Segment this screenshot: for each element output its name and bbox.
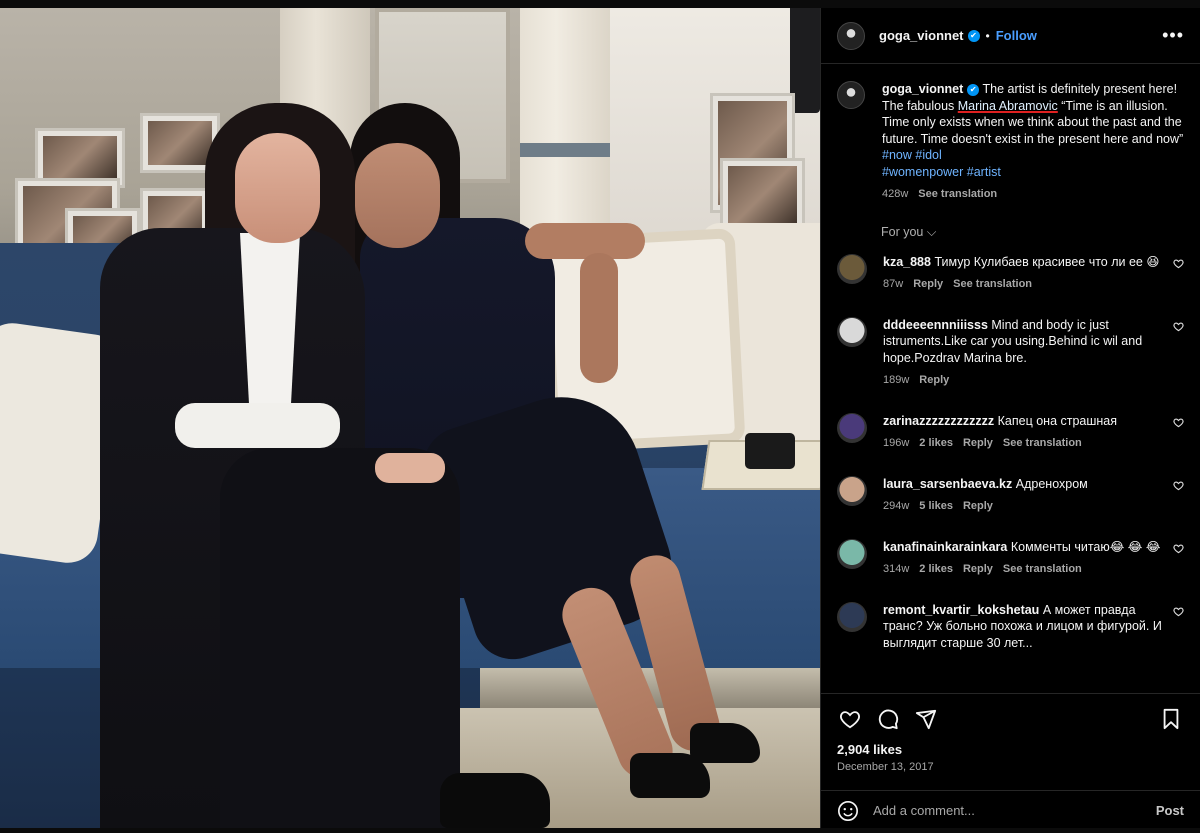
comment-row: kza_888 Тимур Кулибаев красивее что ли е… xyxy=(821,250,1200,293)
post-sidebar: goga_vionnet ✔ • Follow ••• goga_vionnet… xyxy=(820,8,1200,828)
comment-likes[interactable]: 2 likes xyxy=(919,563,953,575)
reply-link[interactable]: Reply xyxy=(963,563,993,575)
comment-like-icon[interactable] xyxy=(1173,321,1184,335)
share-icon[interactable] xyxy=(913,706,939,732)
comment-like-icon[interactable] xyxy=(1173,258,1184,272)
verified-icon: ✔ xyxy=(967,83,980,96)
post-header: goga_vionnet ✔ • Follow ••• xyxy=(821,8,1200,64)
photo-person-left xyxy=(100,103,460,828)
photo-shoe xyxy=(440,773,550,828)
comment-body: dddeeeennniiisss Mind and body ic just i… xyxy=(883,317,1165,389)
comment-like-icon[interactable] xyxy=(1173,543,1184,557)
author-avatar[interactable] xyxy=(837,21,865,50)
comment-avatar[interactable] xyxy=(837,601,867,632)
hashtag-link[interactable]: #womenpower xyxy=(882,165,963,179)
likes-count[interactable]: 2,904 likes xyxy=(821,734,1200,757)
comment-row: dddeeeennniiisss Mind and body ic just i… xyxy=(821,313,1200,389)
comments-list: kza_888 Тимур Кулибаев красивее что ли е… xyxy=(821,250,1200,652)
comment-username[interactable]: laura_sarsenbaeva.kz xyxy=(883,477,1012,491)
comment-avatar[interactable] xyxy=(837,475,867,506)
comment-likes[interactable]: 5 likes xyxy=(919,500,953,512)
comment-input[interactable] xyxy=(873,803,1156,818)
comment-meta: 196w 2 likes Reply See translation xyxy=(883,435,1165,452)
caption-username[interactable]: goga_vionnet xyxy=(882,82,963,96)
comment-body: laura_sarsenbaeva.kz Адренохром 294w 5 li… xyxy=(883,476,1165,515)
post-date: December 13, 2017 xyxy=(837,761,934,773)
see-translation-link[interactable]: See translation xyxy=(953,278,1032,290)
comment-like-icon[interactable] xyxy=(1173,480,1184,494)
comment-body: kza_888 Тимур Кулибаев красивее что ли е… xyxy=(883,254,1165,293)
comment-like-icon[interactable] xyxy=(1173,606,1184,620)
comment-likes[interactable]: 2 likes xyxy=(919,437,953,449)
caption-meta: 428w See translation xyxy=(882,186,1184,203)
author-username[interactable]: goga_vionnet xyxy=(879,28,964,43)
comment-row: remont_kvartir_kokshetau А может правда … xyxy=(821,598,1200,652)
comment-avatar[interactable] xyxy=(837,538,867,569)
see-translation-link[interactable]: See translation xyxy=(1003,563,1082,575)
see-translation-link[interactable]: See translation xyxy=(1003,437,1082,449)
caption-text: goga_vionnet ✔ The artist is definitely p… xyxy=(882,81,1184,203)
comment-meta: 294w 5 likes Reply xyxy=(883,498,1165,515)
follow-button[interactable]: Follow xyxy=(996,28,1037,43)
comment-body: zarinazzzzzzzzzzzz Капец она страшная 19… xyxy=(883,413,1165,452)
comment-avatar[interactable] xyxy=(837,412,867,443)
comment-time: 314w xyxy=(883,563,910,575)
separator-dot: • xyxy=(985,28,990,43)
comment-avatar[interactable] xyxy=(837,316,867,347)
post-actions: 2,904 likes December 13, 2017 Post xyxy=(821,693,1200,821)
for-you-label: For you xyxy=(881,224,924,239)
comment-time: 196w xyxy=(883,437,910,449)
hashtag-link[interactable]: #idol xyxy=(915,148,941,162)
comment-time: 189w xyxy=(883,374,910,386)
chevron-down-icon: ⌵ xyxy=(926,224,937,239)
comment-username[interactable]: remont_kvartir_kokshetau xyxy=(883,603,1039,617)
comment-row: laura_sarsenbaeva.kz Адренохром 294w 5 li… xyxy=(821,472,1200,515)
comment-row: kanafinainkarainkara Комменты читаю😂 😂 😂… xyxy=(821,535,1200,578)
comment-body: remont_kvartir_kokshetau А может правда … xyxy=(883,602,1165,652)
comment-username[interactable]: dddeeeennniiisss xyxy=(883,318,988,332)
reply-link[interactable]: Reply xyxy=(963,437,993,449)
post-comment-button[interactable]: Post xyxy=(1156,803,1184,818)
verified-icon: ✔ xyxy=(967,29,980,42)
reply-link[interactable]: Reply xyxy=(919,374,949,386)
comment-avatar[interactable] xyxy=(837,253,867,284)
caption-avatar[interactable] xyxy=(837,81,865,109)
comment-like-icon[interactable] xyxy=(1173,417,1184,431)
comment-meta: 87w Reply See translation xyxy=(883,276,1165,293)
comment-text: Тимур Кулибаев красивее что ли ее 😆 xyxy=(934,254,1160,269)
comment-body: kanafinainkarainkara Комменты читаю😂 😂 😂… xyxy=(883,539,1165,578)
reply-link[interactable]: Reply xyxy=(963,500,993,512)
comment-meta: 189w Reply xyxy=(883,372,1165,389)
comment-text: Капец она страшная xyxy=(997,413,1118,428)
comment-time: 294w xyxy=(883,500,910,512)
comment-row: zarinazzzzzzzzzzzz Капец она страшная 19… xyxy=(821,409,1200,452)
comment-username[interactable]: kanafinainkarainkara xyxy=(883,540,1007,554)
caption-time: 428w xyxy=(882,188,909,200)
post-viewer: goga_vionnet ✔ • Follow ••• goga_vionnet… xyxy=(0,8,1200,828)
add-comment-bar: Post xyxy=(821,790,1200,830)
caption: goga_vionnet ✔ The artist is definitely p… xyxy=(821,65,1200,203)
comment-text: Адренохром xyxy=(1015,476,1088,491)
post-photo[interactable] xyxy=(0,8,820,828)
heart-icon[interactable] xyxy=(837,706,863,732)
emoji-icon[interactable] xyxy=(837,800,859,822)
comment-icon[interactable] xyxy=(875,706,901,732)
action-bar xyxy=(821,694,1200,734)
comment-text: Комменты читаю😂 😂 😂 xyxy=(1010,539,1161,554)
comments-scroll[interactable]: goga_vionnet ✔ The artist is definitely p… xyxy=(821,65,1200,693)
for-you-sort[interactable]: For you ⌵ xyxy=(821,203,1200,250)
more-icon[interactable]: ••• xyxy=(1162,25,1184,46)
caption-mention[interactable]: Marina Abramovic xyxy=(958,99,1058,113)
comment-username[interactable]: zarinazzzzzzzzzzzz xyxy=(883,414,994,428)
hashtag-link[interactable]: #now xyxy=(882,148,912,162)
see-translation-link[interactable]: See translation xyxy=(918,188,997,200)
comment-time: 87w xyxy=(883,278,904,290)
comment-username[interactable]: kza_888 xyxy=(883,255,931,269)
comment-meta: 314w 2 likes Reply See translation xyxy=(883,561,1165,578)
bookmark-icon[interactable] xyxy=(1158,706,1184,732)
hashtag-link[interactable]: #artist xyxy=(967,165,1001,179)
reply-link[interactable]: Reply xyxy=(913,278,943,290)
